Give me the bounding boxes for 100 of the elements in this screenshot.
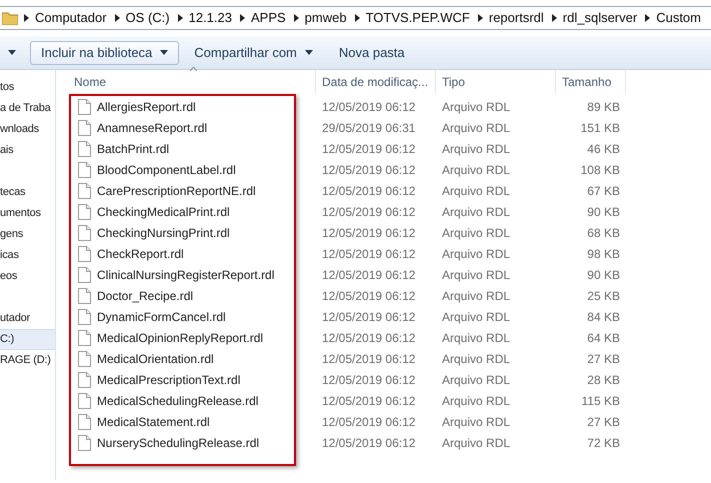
column-header[interactable]: Nome (68, 70, 316, 94)
document-icon (78, 224, 91, 240)
breadcrumb-segment[interactable]: TOTVS.PEP.WCF (366, 8, 470, 28)
chevron-icon[interactable] (240, 14, 245, 22)
file-type: Arquivo RDL (441, 434, 512, 452)
file-name: CheckingMedicalPrint.rdl (97, 204, 230, 220)
file-type: Arquivo RDL (441, 392, 512, 410)
file-name: BatchPrint.rdl (97, 140, 170, 158)
file-type: Arquivo RDL (441, 350, 512, 368)
navigation-item[interactable]: wnloads (0, 119, 55, 140)
chevron-icon[interactable] (354, 14, 360, 22)
document-icon (78, 372, 91, 388)
column-header[interactable]: Tamanho (556, 70, 626, 94)
address-bar[interactable]: Computador OS (C:) 12.1.23 APPS pmweb TOTVS.PEP.WCF reportsrdl rdl_sqlserver Custom (0, 6, 711, 30)
breadcrumb-segment[interactable]: 12.1.23 (188, 8, 232, 28)
file-size: 68 KB (586, 224, 620, 242)
navigation-item[interactable]: icas (0, 245, 55, 266)
file-name: CarePrescriptionReportNE.rdl (97, 182, 256, 200)
file-row[interactable]: BloodComponentLabel.rdl 12/05/2019 06:12 Arquivo RDL 108 KB (68, 159, 711, 180)
file-row[interactable]: MedicalSchedulingRelease.rdl 12/05/2019 06:12 Arquivo RDL 115 KB (68, 390, 711, 411)
document-icon (78, 350, 91, 366)
navigation-item[interactable]: gens (0, 224, 55, 245)
file-size: 90 KB (586, 204, 620, 220)
modified-date: 12/05/2019 06:12 (321, 140, 416, 158)
file-type: Arquivo RDL (441, 246, 512, 262)
modified-date: 12/05/2019 06:12 (321, 350, 416, 368)
breadcrumb-segment[interactable]: Computador (35, 8, 107, 28)
modified-date: 12/05/2019 06:12 (321, 266, 416, 284)
navigation-item[interactable]: umentos (0, 203, 55, 224)
document-icon (78, 308, 91, 324)
file-row[interactable]: DynamicFormCancel.rdl 12/05/2019 06:12 Arquivo RDL 84 KB (68, 306, 711, 327)
document-icon (78, 246, 91, 262)
file-name: MedicalPrescriptionText.rdl (97, 372, 240, 388)
file-row[interactable]: ClinicalNursingRegisterReport.rdl 12/05/2019 06:12 Arquivo RDL 90 KB (68, 264, 711, 285)
file-row[interactable]: MedicalOrientation.rdl 12/05/2019 06:12 Arquivo RDL 27 KB (68, 348, 711, 369)
chevron-icon[interactable] (24, 14, 29, 22)
file-size: 115 KB (580, 392, 620, 410)
chevron-icon[interactable] (114, 14, 120, 22)
file-size: 151 KB (580, 120, 620, 136)
file-type: Arquivo RDL (441, 266, 512, 284)
caret-icon (160, 50, 168, 55)
breadcrumb-segment[interactable]: APPS (250, 8, 286, 28)
file-name: ClinicalNursingRegisterReport.rdl (97, 266, 274, 284)
chevron-icon[interactable] (478, 14, 483, 22)
file-row[interactable]: MedicalOpinionReplyReport.rdl 12/05/2019 06:12 Arquivo RDL 64 KB (68, 327, 711, 348)
modified-date: 12/05/2019 06:12 (321, 98, 416, 116)
file-size: 67 KB (586, 182, 620, 200)
file-name: MedicalOrientation.rdl (97, 350, 214, 368)
file-name: MedicalOpinionReplyReport.rdl (97, 330, 264, 346)
file-name: MedicalSchedulingRelease.rdl (97, 392, 258, 410)
breadcrumb-segment[interactable]: reportsrdl (488, 8, 544, 28)
file-size: 90 KB (586, 266, 620, 284)
navigation-item[interactable]: tecas (0, 182, 55, 203)
navigation-item[interactable]: eos (0, 266, 55, 287)
chevron-icon[interactable] (645, 14, 650, 22)
file-row[interactable]: BatchPrint.rdl 12/05/2019 06:12 Arquivo RDL 46 KB (68, 138, 711, 159)
document-icon (78, 140, 91, 156)
document-icon (78, 204, 91, 220)
breadcrumb-segment[interactable]: OS (C:) (126, 8, 170, 28)
file-size: 46 KB (586, 140, 620, 158)
file-row[interactable]: CheckReport.rdl 12/05/2019 06:12 Arquivo RDL 98 KB (68, 243, 711, 264)
caret-icon[interactable] (8, 50, 16, 55)
navigation-item[interactable]: C:) (0, 329, 55, 350)
breadcrumb-segment[interactable]: Custom (656, 8, 701, 28)
toolbar-button[interactable]: Compartilhar com (183, 40, 324, 64)
document-icon (78, 266, 91, 282)
file-row[interactable]: CheckingMedicalPrint.rdl 12/05/2019 06:12 Arquivo RDL 90 KB (68, 201, 711, 222)
file-row[interactable]: CheckingNursingPrint.rdl 12/05/2019 06:12 Arquivo RDL 68 KB (68, 222, 711, 243)
file-row[interactable]: AnamneseReport.rdl 29/05/2019 06:31 Arquivo RDL 151 KB (68, 117, 711, 138)
chevron-icon[interactable] (552, 14, 557, 22)
navigation-item[interactable]: RAGE (D:) (0, 350, 55, 371)
modified-date: 12/05/2019 06:12 (321, 246, 416, 262)
file-size: 27 KB (586, 414, 620, 430)
file-name: CheckingNursingPrint.rdl (97, 224, 230, 242)
navigation-item[interactable]: ais (0, 140, 55, 161)
file-row[interactable]: CarePrescriptionReportNE.rdl 12/05/2019 06:12 Arquivo RDL 67 KB (68, 180, 711, 201)
toolbar-button[interactable]: Incluir na biblioteca (30, 40, 180, 64)
file-row[interactable]: NurserySchedulingRelease.rdl 12/05/2019 06:12 Arquivo RDL 72 KB (68, 432, 711, 453)
file-row[interactable]: AllergiesReport.rdl 12/05/2019 06:12 Arquivo RDL 89 KB (68, 96, 711, 117)
file-row[interactable]: Doctor_Recipe.rdl 12/05/2019 06:12 Arquivo RDL 25 KB (68, 285, 711, 306)
chevron-icon[interactable] (178, 14, 183, 22)
navigation-item[interactable]: utador (0, 308, 55, 329)
file-row[interactable]: MedicalPrescriptionText.rdl 12/05/2019 06:12 Arquivo RDL 28 KB (68, 369, 711, 390)
breadcrumb-segment[interactable]: rdl_sqlserver (562, 8, 638, 28)
chevron-icon[interactable] (294, 14, 299, 22)
breadcrumb-segment[interactable]: pmweb (304, 8, 347, 28)
column-header[interactable]: Tipo (436, 70, 556, 94)
modified-date: 12/05/2019 06:12 (321, 372, 416, 388)
file-name: Doctor_Recipe.rdl (97, 288, 194, 304)
document-icon (78, 120, 91, 136)
navigation-item[interactable]: a de Traba (0, 98, 55, 119)
column-header[interactable]: Data de modificaç... (316, 70, 436, 94)
toolbar-button[interactable]: Nova pasta (328, 40, 416, 64)
file-name: NurserySchedulingRelease.rdl (97, 434, 260, 452)
file-row[interactable]: MedicalStatement.rdl 12/05/2019 06:12 Arquivo RDL 27 KB (68, 411, 711, 432)
modified-date: 12/05/2019 06:12 (321, 224, 416, 242)
navigation-item[interactable]: tos (0, 77, 55, 98)
file-size: 27 KB (586, 350, 620, 368)
file-size: 108 KB (580, 162, 620, 178)
file-type: Arquivo RDL (441, 120, 512, 136)
